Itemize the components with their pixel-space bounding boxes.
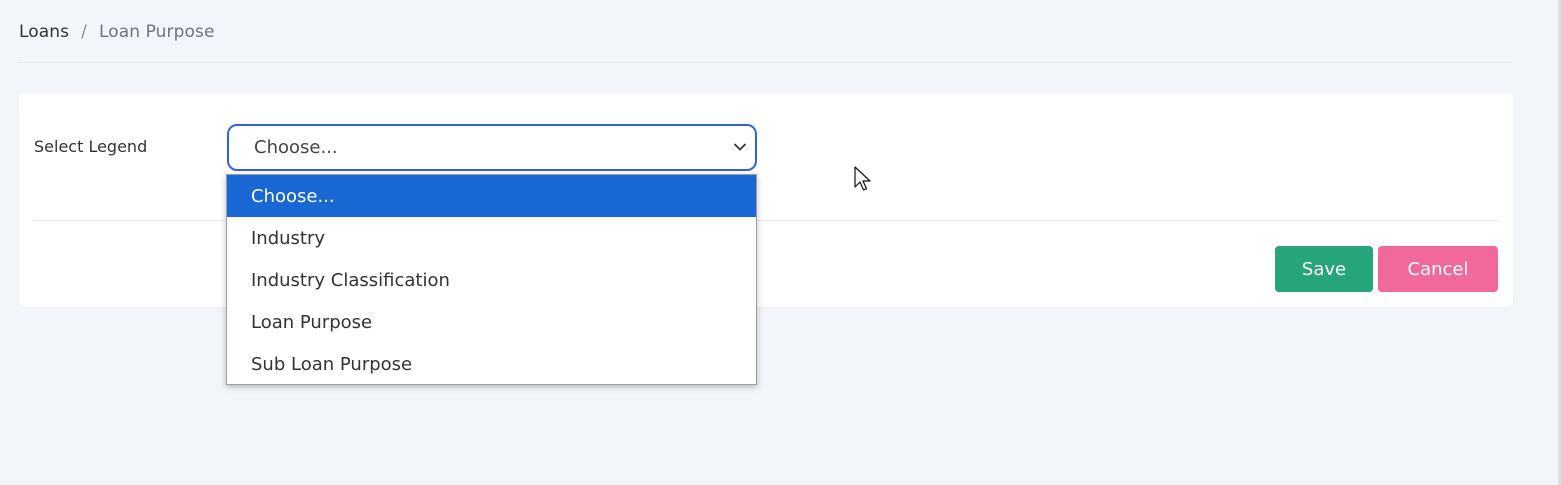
save-button[interactable]: Save bbox=[1275, 246, 1373, 292]
breadcrumb-loans[interactable]: Loans bbox=[19, 22, 69, 42]
breadcrumb-separator: / bbox=[81, 22, 87, 42]
cancel-button[interactable]: Cancel bbox=[1378, 246, 1498, 292]
option-sub-loan-purpose[interactable]: Sub Loan Purpose bbox=[227, 343, 756, 385]
breadcrumb: Loans / Loan Purpose bbox=[19, 22, 215, 42]
chevron-down-icon bbox=[734, 143, 746, 151]
header-divider bbox=[19, 62, 1512, 63]
mouse-cursor-icon bbox=[854, 166, 871, 191]
option-industry-classification[interactable]: Industry Classification bbox=[227, 259, 756, 301]
legend-select-dropdown: Choose... Industry Industry Classificati… bbox=[226, 174, 757, 385]
breadcrumb-current: Loan Purpose bbox=[98, 22, 215, 42]
option-industry[interactable]: Industry bbox=[227, 217, 756, 259]
option-loan-purpose[interactable]: Loan Purpose bbox=[227, 301, 756, 343]
legend-select-value: Choose... bbox=[254, 137, 338, 158]
legend-select[interactable]: Choose... bbox=[227, 124, 757, 171]
select-legend-label: Select Legend bbox=[34, 137, 148, 156]
option-choose[interactable]: Choose... bbox=[227, 175, 756, 217]
